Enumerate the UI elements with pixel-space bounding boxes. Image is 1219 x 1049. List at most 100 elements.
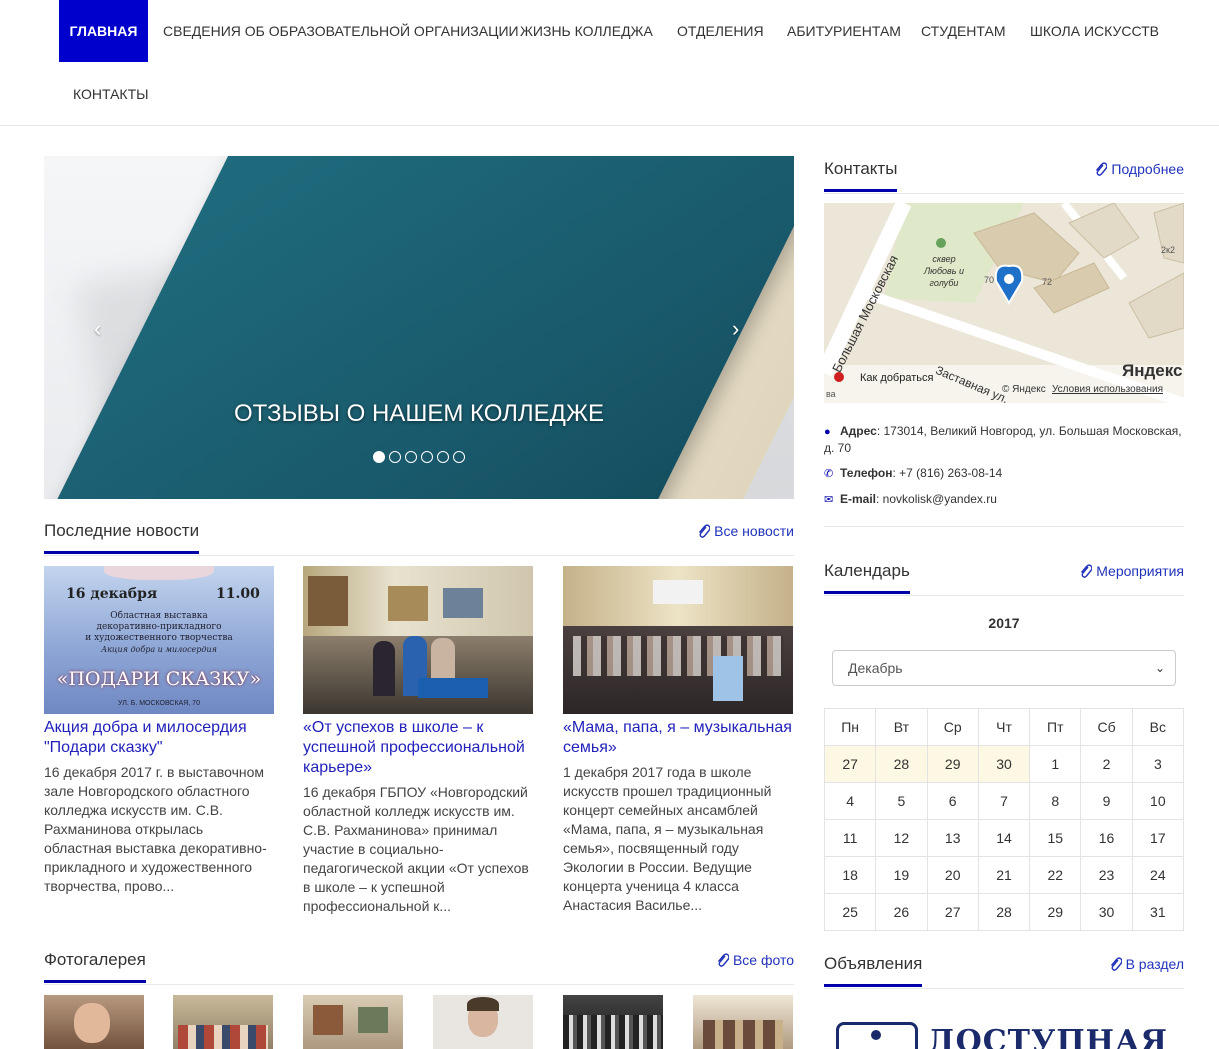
slider-dot[interactable] xyxy=(437,451,449,463)
slider-dot[interactable] xyxy=(373,451,385,463)
calendar-grid: Пн Вт Ср Чт Пт Сб Вс 27 28 29 30 1 2 3 4… xyxy=(823,708,1185,931)
calendar-day[interactable]: 27 xyxy=(926,893,979,931)
news-image[interactable] xyxy=(303,566,533,714)
nav-item-home[interactable]: Главная xyxy=(59,0,148,62)
slider-dot[interactable] xyxy=(389,451,401,463)
gallery-thumbnail[interactable] xyxy=(303,995,403,1049)
events-link[interactable]: Мероприятия xyxy=(1079,563,1184,579)
calendar-day[interactable]: 18 xyxy=(823,856,877,894)
gallery-thumbnail[interactable] xyxy=(693,995,793,1049)
photo-frame xyxy=(308,576,348,626)
announcements-section-link[interactable]: В раздел xyxy=(1109,956,1184,972)
calendar-day[interactable]: 7 xyxy=(977,782,1031,820)
nav-item-about[interactable]: Сведения об образовательной организации xyxy=(149,0,533,62)
photo-face xyxy=(74,1003,110,1043)
poster-decoration xyxy=(104,566,214,580)
calendar-day[interactable]: 9 xyxy=(1080,782,1133,820)
nav-item-applicants[interactable]: Абитуриентам xyxy=(773,0,915,62)
calendar-day[interactable]: 8 xyxy=(1029,782,1082,820)
slider-prev-icon[interactable]: ‹ xyxy=(94,316,101,342)
calendar-day[interactable]: 5 xyxy=(875,782,928,820)
contact-address: ● Адрес: 173014, Великий Новгород, ул. Бо… xyxy=(824,423,1184,456)
yandex-logo[interactable]: Яндекс xyxy=(1122,361,1182,381)
nav-item-college-life[interactable]: Жизнь колледжа xyxy=(506,0,667,62)
accessible-environment-banner[interactable]: ДОСТУПНАЯ xyxy=(836,1020,1172,1049)
calendar-week: 18 19 20 21 22 23 24 xyxy=(823,856,1185,894)
calendar-day[interactable]: 6 xyxy=(926,782,979,820)
map-building-label: 70 xyxy=(984,275,995,285)
calendar-day[interactable]: 3 xyxy=(1131,745,1185,783)
slider-dot[interactable] xyxy=(405,451,417,463)
slider-dot[interactable] xyxy=(421,451,433,463)
nav-item-contacts[interactable]: Контакты xyxy=(59,63,163,125)
calendar-day[interactable]: 12 xyxy=(875,819,928,857)
gallery-thumbnail[interactable] xyxy=(173,995,273,1049)
gallery-thumbnail[interactable] xyxy=(563,995,663,1049)
hero-slider[interactable]: ‹ › ОТЗЫВЫ О НАШЕМ КОЛЛЕДЖЕ xyxy=(44,156,794,499)
contacts-more-link[interactable]: Подробнее xyxy=(1094,161,1184,177)
news-section-title: Последние новости xyxy=(44,521,200,554)
slide-caption[interactable]: ОТЗЫВЫ О НАШЕМ КОЛЛЕДЖЕ xyxy=(44,400,794,428)
slider-next-icon[interactable]: › xyxy=(732,316,739,342)
location-map[interactable]: Большая Московская Заставная ул. сквер Л… xyxy=(824,203,1184,403)
calendar-day[interactable]: 2 xyxy=(1080,745,1133,783)
calendar-day[interactable]: 4 xyxy=(823,782,877,820)
photo-table xyxy=(418,678,488,698)
gallery-thumbnail[interactable] xyxy=(44,995,144,1049)
calendar-day-prev-month[interactable]: 30 xyxy=(977,745,1031,783)
nav-item-departments[interactable]: Отделения xyxy=(663,0,778,62)
all-news-link[interactable]: Все новости xyxy=(697,523,794,539)
photo-hair xyxy=(467,997,499,1011)
photo-people xyxy=(573,636,783,676)
gallery-thumbnail[interactable] xyxy=(433,995,533,1049)
news-image[interactable] xyxy=(563,566,793,714)
calendar-day-prev-month[interactable]: 28 xyxy=(875,745,928,783)
calendar-day[interactable]: 13 xyxy=(926,819,979,857)
nav-item-students[interactable]: Студентам xyxy=(907,0,1019,62)
weekday-label: Пн xyxy=(823,708,877,746)
calendar-day[interactable]: 15 xyxy=(1029,819,1082,857)
calendar-day-prev-month[interactable]: 29 xyxy=(926,745,979,783)
calendar-day[interactable]: 1 xyxy=(1029,745,1082,783)
news-card: «Мама, папа, я – музыкальная семья» 1 де… xyxy=(563,566,793,915)
map-route-link[interactable]: Как добраться xyxy=(860,372,933,384)
calendar-day[interactable]: 29 xyxy=(1029,893,1082,931)
slider-dot[interactable] xyxy=(453,451,465,463)
divider xyxy=(824,595,1184,596)
contact-phone: ✆ Телефон: +7 (816) 263-08-14 xyxy=(824,465,1184,482)
news-image[interactable]: 16 декабря 11.00 Областная выставка деко… xyxy=(44,566,274,714)
month-select[interactable]: Декабрь ⌄ xyxy=(832,650,1176,686)
news-card: «От успехов в школе – к успешной професс… xyxy=(303,566,533,916)
news-excerpt: 16 декабря ГБПОУ «Новгородский областной… xyxy=(303,784,529,914)
news-title-link[interactable]: «От успехов в школе – к успешной професс… xyxy=(303,718,533,778)
email-value[interactable]: : novkolisk@yandex.ru xyxy=(876,492,997,506)
calendar-day[interactable]: 17 xyxy=(1131,819,1185,857)
calendar-day[interactable]: 11 xyxy=(823,819,877,857)
calendar-day[interactable]: 14 xyxy=(977,819,1031,857)
nav-item-art-school[interactable]: Школа искусств xyxy=(1016,0,1173,62)
calendar-day[interactable]: 23 xyxy=(1080,856,1133,894)
calendar-day[interactable]: 22 xyxy=(1029,856,1082,894)
calendar-day[interactable]: 16 xyxy=(1080,819,1133,857)
calendar-day[interactable]: 30 xyxy=(1080,893,1133,931)
calendar-day[interactable]: 20 xyxy=(926,856,979,894)
calendar-day-prev-month[interactable]: 27 xyxy=(823,745,877,783)
calendar-section-title: Календарь xyxy=(824,561,910,594)
calendar-day[interactable]: 31 xyxy=(1131,893,1185,931)
all-photos-label: Все фото xyxy=(732,952,794,968)
calendar-day[interactable]: 21 xyxy=(977,856,1031,894)
gallery-section-header: Фотогалерея Все фото xyxy=(44,950,794,985)
news-title-link[interactable]: «Мама, папа, я – музыкальная семья» xyxy=(563,718,793,758)
calendar-day[interactable]: 26 xyxy=(875,893,928,931)
calendar-day[interactable]: 24 xyxy=(1131,856,1185,894)
divider xyxy=(824,193,1184,194)
chevron-down-icon: ⌄ xyxy=(1154,661,1165,675)
phone-value[interactable]: : +7 (816) 263-08-14 xyxy=(892,466,1002,480)
calendar-day[interactable]: 28 xyxy=(977,893,1031,931)
calendar-day[interactable]: 25 xyxy=(823,893,877,931)
calendar-day[interactable]: 19 xyxy=(875,856,928,894)
map-terms-link[interactable]: Условия использования xyxy=(1052,384,1163,395)
all-photos-link[interactable]: Все фото xyxy=(716,952,794,968)
news-title-link[interactable]: Акция добра и милосердия "Подари сказку" xyxy=(44,718,274,758)
calendar-day[interactable]: 10 xyxy=(1131,782,1185,820)
